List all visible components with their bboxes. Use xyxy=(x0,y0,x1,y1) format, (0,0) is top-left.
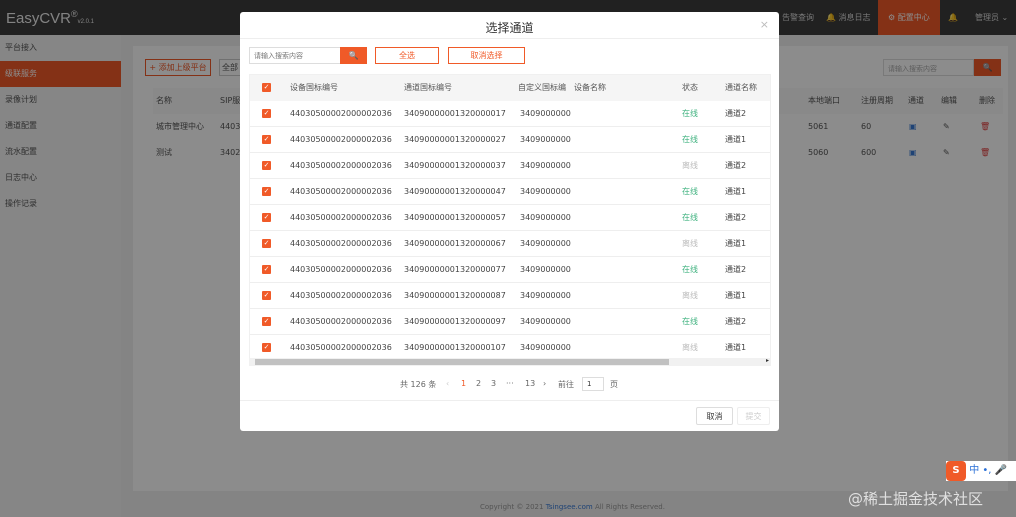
page-unit: 页 xyxy=(610,380,618,389)
deselect-button[interactable]: 取消选择 xyxy=(448,47,525,64)
row-checkbox[interactable]: ✓ xyxy=(262,187,271,196)
select-channel-dialog: 选择通道 × 🔍 全选 取消选择 ✓ 设备国标编号 通道国标编号 自定义国标编 … xyxy=(240,12,779,431)
page-1[interactable]: 1 xyxy=(461,379,466,388)
channel-id: 34090000001320000057 xyxy=(404,213,506,222)
device-id: 44030500002000002036 xyxy=(290,239,392,248)
table-row[interactable]: ✓ 44030500002000002036 34090000001320000… xyxy=(250,101,770,127)
scrollbar-thumb[interactable] xyxy=(255,359,669,365)
table-row[interactable]: ✓ 44030500002000002036 34090000001320000… xyxy=(250,309,770,335)
divider xyxy=(240,38,779,39)
status-badge: 在线 xyxy=(682,213,698,222)
status-badge: 在线 xyxy=(682,265,698,274)
channel-id: 34090000001320000067 xyxy=(404,239,506,248)
channel-name: 通道1 xyxy=(725,187,747,196)
channel-id: 34090000001320000077 xyxy=(404,265,506,274)
channel-name: 通道2 xyxy=(725,161,747,170)
channel-id: 34090000001320000017 xyxy=(404,109,506,118)
page-3[interactable]: 3 xyxy=(491,379,496,388)
table-row[interactable]: ✓ 44030500002000002036 34090000001320000… xyxy=(250,205,770,231)
row-checkbox[interactable]: ✓ xyxy=(262,135,271,144)
select-all-checkbox[interactable]: ✓ xyxy=(262,83,271,92)
device-id: 44030500002000002036 xyxy=(290,317,392,326)
table-row[interactable]: ✓ 44030500002000002036 34090000001320000… xyxy=(250,283,770,309)
row-checkbox[interactable]: ✓ xyxy=(262,239,271,248)
device-id: 44030500002000002036 xyxy=(290,135,392,144)
channel-search-input[interactable] xyxy=(249,47,340,64)
channel-name: 通道2 xyxy=(725,265,747,274)
status-badge: 在线 xyxy=(682,135,698,144)
status-badge: 在线 xyxy=(682,317,698,326)
row-checkbox[interactable]: ✓ xyxy=(262,265,271,274)
row-checkbox[interactable]: ✓ xyxy=(262,161,271,170)
channel-id: 34090000001320000027 xyxy=(404,135,506,144)
channel-name: 通道2 xyxy=(725,213,747,222)
channel-id: 34090000001320000087 xyxy=(404,291,506,300)
table-row[interactable]: ✓ 44030500002000002036 34090000001320000… xyxy=(250,179,770,205)
custom-id: 3409000000 xyxy=(520,239,571,248)
custom-id: 3409000000 xyxy=(520,161,571,170)
table-row[interactable]: ✓ 44030500002000002036 34090000001320000… xyxy=(250,231,770,257)
device-id: 44030500002000002036 xyxy=(290,265,392,274)
channel-name: 通道1 xyxy=(725,291,747,300)
custom-id: 3409000000 xyxy=(520,187,571,196)
select-all-button[interactable]: 全选 xyxy=(375,47,439,64)
dialog-title: 选择通道 xyxy=(485,21,534,35)
goto-page-input[interactable]: 1 xyxy=(582,377,604,391)
channel-id: 34090000001320000037 xyxy=(404,161,506,170)
status-badge: 离线 xyxy=(682,291,698,300)
device-id: 44030500002000002036 xyxy=(290,161,392,170)
custom-id: 3409000000 xyxy=(520,135,571,144)
row-checkbox[interactable]: ✓ xyxy=(262,317,271,326)
device-id: 44030500002000002036 xyxy=(290,109,392,118)
row-checkbox[interactable]: ✓ xyxy=(262,291,271,300)
table-row[interactable]: ✓ 44030500002000002036 34090000001320000… xyxy=(250,153,770,179)
channel-name: 通道2 xyxy=(725,109,747,118)
status-badge: 在线 xyxy=(682,187,698,196)
custom-id: 3409000000 xyxy=(520,291,571,300)
table-row[interactable]: ✓ 44030500002000002036 34090000001320000… xyxy=(250,257,770,283)
divider xyxy=(240,400,779,401)
page-2[interactable]: 2 xyxy=(476,379,481,388)
search-icon[interactable]: 🔍 xyxy=(340,47,367,64)
channel-name: 通道1 xyxy=(725,135,747,144)
device-id: 44030500002000002036 xyxy=(290,291,392,300)
custom-id: 3409000000 xyxy=(520,317,571,326)
status-badge: 离线 xyxy=(682,239,698,248)
horizontal-scrollbar[interactable]: ▸ xyxy=(249,357,771,366)
custom-id: 3409000000 xyxy=(520,213,571,222)
status-badge: 离线 xyxy=(682,161,698,170)
microphone-icon[interactable]: 🎤 xyxy=(995,465,1007,476)
custom-id: 3409000000 xyxy=(520,265,571,274)
channel-name: 通道1 xyxy=(725,239,747,248)
prev-page-button[interactable]: ‹ xyxy=(446,379,449,388)
page-ellipsis[interactable]: ··· xyxy=(506,379,514,388)
sogou-logo-icon: S xyxy=(946,461,966,481)
goto-label: 前往 xyxy=(558,380,574,389)
ime-toolbar[interactable]: S 中 •, 🎤 xyxy=(946,461,1016,481)
row-checkbox[interactable]: ✓ xyxy=(262,213,271,222)
next-page-button[interactable]: › xyxy=(543,379,546,388)
total-count: 共 126 条 xyxy=(400,380,437,389)
row-checkbox[interactable]: ✓ xyxy=(262,109,271,118)
custom-id: 3409000000 xyxy=(520,109,571,118)
table-row[interactable]: ✓ 44030500002000002036 34090000001320000… xyxy=(250,127,770,153)
table-header: ✓ 设备国标编号 通道国标编号 自定义国标编 设备名称 状态 通道名称 xyxy=(250,75,770,101)
watermark: @稀土掘金技术社区 xyxy=(848,490,984,508)
device-id: 44030500002000002036 xyxy=(290,187,392,196)
channel-table: ✓ 设备国标编号 通道国标编号 自定义国标编 设备名称 状态 通道名称 ✓ 44… xyxy=(249,74,771,366)
status-badge: 在线 xyxy=(682,109,698,118)
submit-button[interactable]: 提交 xyxy=(737,407,770,425)
close-icon[interactable]: × xyxy=(760,18,769,31)
row-checkbox[interactable]: ✓ xyxy=(262,343,271,352)
channel-id: 34090000001320000047 xyxy=(404,187,506,196)
page-13[interactable]: 13 xyxy=(525,379,535,388)
channel-name: 通道2 xyxy=(725,317,747,326)
cancel-button[interactable]: 取消 xyxy=(696,407,733,425)
channel-id: 34090000001320000097 xyxy=(404,317,506,326)
scroll-right-arrow[interactable]: ▸ xyxy=(766,357,769,364)
device-id: 44030500002000002036 xyxy=(290,213,392,222)
